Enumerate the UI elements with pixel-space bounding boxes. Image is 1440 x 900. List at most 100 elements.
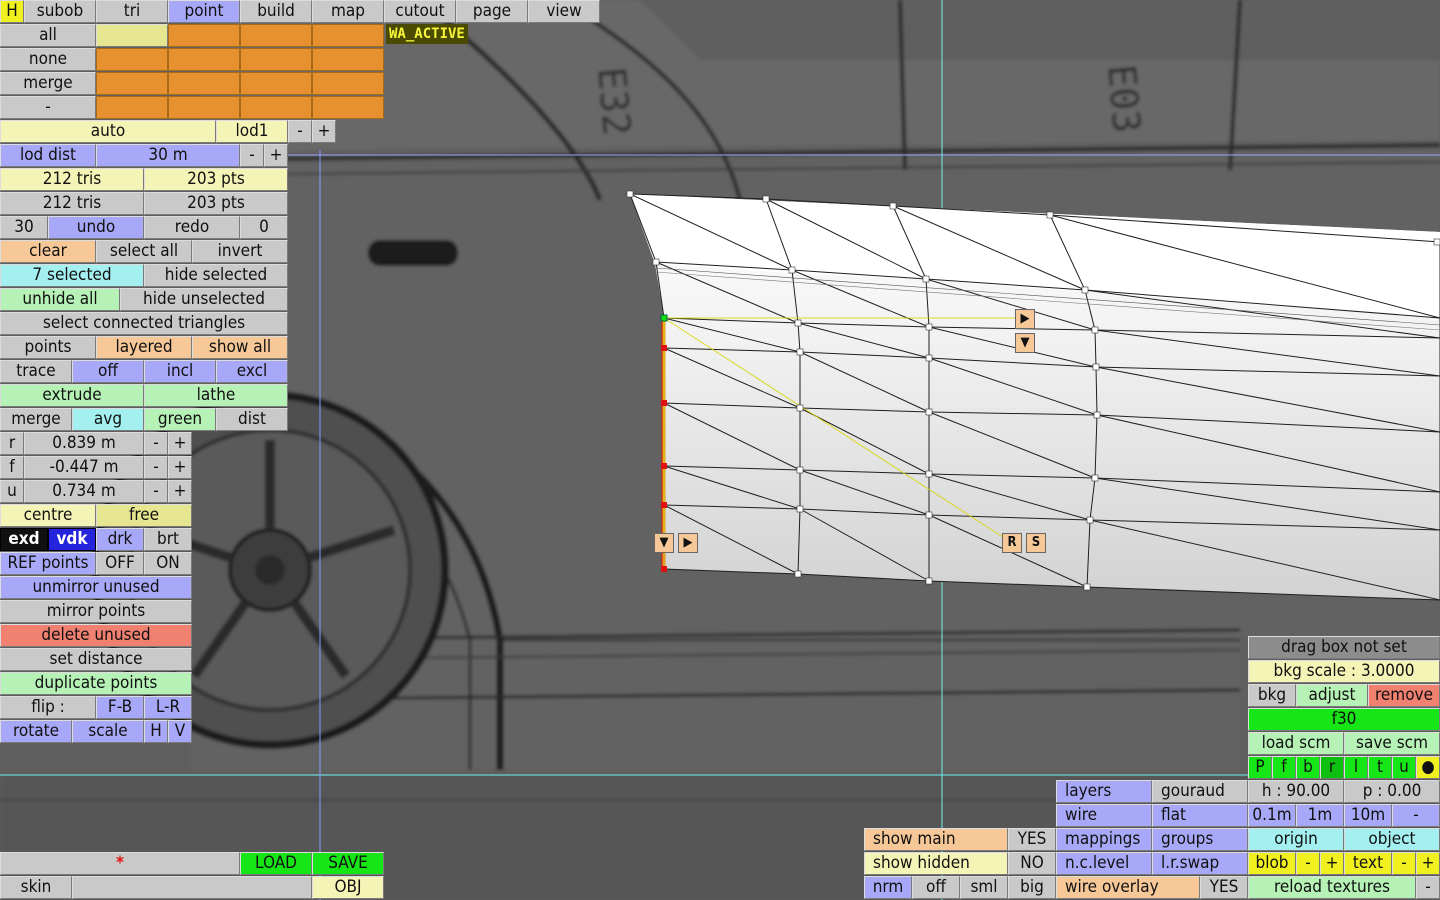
- hide-selected-button[interactable]: hide selected: [144, 264, 288, 287]
- coord-f-plus[interactable]: +: [168, 456, 192, 479]
- tab-point[interactable]: point: [168, 0, 240, 23]
- view-left-button[interactable]: l: [1344, 756, 1368, 779]
- lod-dist-minus-button[interactable]: -: [240, 144, 264, 167]
- rotate-handle[interactable]: R: [1002, 533, 1022, 553]
- selection-cell[interactable]: [312, 24, 384, 47]
- origin-button[interactable]: origin: [1248, 828, 1344, 851]
- tab-subob[interactable]: subob: [24, 0, 96, 23]
- wire-button[interactable]: wire: [1056, 804, 1152, 827]
- hide-unselected-button[interactable]: hide unselected: [120, 288, 288, 311]
- tab-build[interactable]: build: [240, 0, 312, 23]
- coord-r-plus[interactable]: +: [168, 432, 192, 455]
- selection-cell[interactable]: [240, 96, 312, 119]
- view-under-button[interactable]: u: [1392, 756, 1416, 779]
- trace-incl-button[interactable]: incl: [144, 360, 216, 383]
- tab-page[interactable]: page: [456, 0, 528, 23]
- merge-dist-button[interactable]: dist: [216, 408, 288, 431]
- reload-textures-button[interactable]: reload textures: [1248, 876, 1416, 899]
- selection-cell[interactable]: [96, 48, 168, 71]
- step-0-1m-button[interactable]: 0.1m: [1248, 804, 1296, 827]
- selection-cell[interactable]: [312, 96, 384, 119]
- selection-cell[interactable]: [168, 24, 240, 47]
- extrude-button[interactable]: extrude: [0, 384, 144, 407]
- tab-cutout[interactable]: cutout: [384, 0, 456, 23]
- lod-minus-button[interactable]: -: [288, 120, 312, 143]
- duplicate-points-button[interactable]: duplicate points: [0, 672, 192, 695]
- heading-value[interactable]: h : 90.00: [1248, 780, 1344, 803]
- centre-button[interactable]: centre: [0, 504, 96, 527]
- tab-view[interactable]: view: [528, 0, 600, 23]
- blob-button[interactable]: blob: [1248, 852, 1296, 875]
- select-all-button[interactable]: select all: [96, 240, 192, 263]
- scale-handle[interactable]: S: [1026, 533, 1046, 553]
- adjust-button[interactable]: adjust: [1296, 684, 1368, 707]
- text-minus-button[interactable]: -: [1392, 852, 1416, 875]
- move-down-handle-2[interactable]: ▼: [654, 533, 674, 553]
- move-right-handle[interactable]: ▶: [1015, 309, 1035, 329]
- selection-cell[interactable]: [168, 96, 240, 119]
- lod-dist-plus-button[interactable]: +: [264, 144, 288, 167]
- text-button[interactable]: text: [1344, 852, 1392, 875]
- selection-cell[interactable]: [168, 72, 240, 95]
- selection-cell[interactable]: [240, 24, 312, 47]
- coord-u-minus[interactable]: -: [144, 480, 168, 503]
- scale-v-button[interactable]: V: [168, 720, 192, 743]
- lathe-button[interactable]: lathe: [144, 384, 288, 407]
- gouraud-button[interactable]: gouraud: [1152, 780, 1248, 803]
- selection-cell[interactable]: [168, 48, 240, 71]
- layered-button[interactable]: layered: [96, 336, 192, 359]
- step-1m-button[interactable]: 1m: [1296, 804, 1344, 827]
- text-plus-button[interactable]: +: [1416, 852, 1440, 875]
- unhide-all-button[interactable]: unhide all: [0, 288, 120, 311]
- reload-minus-button[interactable]: -: [1416, 876, 1440, 899]
- select-none-row[interactable]: none: [0, 48, 96, 71]
- object-button[interactable]: object: [1344, 828, 1440, 851]
- select-connected-button[interactable]: select connected triangles: [0, 312, 288, 335]
- selection-cell[interactable]: [312, 72, 384, 95]
- coord-r-minus[interactable]: -: [144, 432, 168, 455]
- save-button[interactable]: SAVE: [312, 852, 384, 875]
- coord-u-plus[interactable]: +: [168, 480, 192, 503]
- ref-off-button[interactable]: OFF: [96, 552, 144, 575]
- rotate-button[interactable]: rotate: [0, 720, 72, 743]
- selection-cell[interactable]: [96, 96, 168, 119]
- flat-button[interactable]: flat: [1152, 804, 1248, 827]
- scale-button[interactable]: scale: [72, 720, 144, 743]
- brt-button[interactable]: brt: [144, 528, 192, 551]
- select-minus-row[interactable]: -: [0, 96, 96, 119]
- sml-button[interactable]: sml: [960, 876, 1008, 899]
- ref-on-button[interactable]: ON: [144, 552, 192, 575]
- show-hidden-toggle[interactable]: NO: [1008, 852, 1056, 875]
- merge-green-button[interactable]: green: [144, 408, 216, 431]
- move-right-handle-2[interactable]: ▶: [678, 533, 698, 553]
- flip-lr-button[interactable]: L-R: [144, 696, 192, 719]
- selection-cell[interactable]: [240, 48, 312, 71]
- show-all-button[interactable]: show all: [192, 336, 288, 359]
- coord-f-value[interactable]: -0.447 m: [24, 456, 144, 479]
- skin-name-field[interactable]: [72, 876, 312, 899]
- trace-off-button[interactable]: off: [72, 360, 144, 383]
- lod-dist-value[interactable]: 30 m: [96, 144, 240, 167]
- lod-auto-button[interactable]: auto: [0, 120, 216, 143]
- invert-button[interactable]: invert: [192, 240, 288, 263]
- show-main-toggle[interactable]: YES: [1008, 828, 1056, 851]
- selection-cell[interactable]: [240, 72, 312, 95]
- points-button[interactable]: points: [0, 336, 96, 359]
- free-button[interactable]: free: [96, 504, 192, 527]
- off-button[interactable]: off: [912, 876, 960, 899]
- drk-button[interactable]: drk: [96, 528, 144, 551]
- wire-overlay-toggle[interactable]: YES: [1200, 876, 1248, 899]
- merge-avg-button[interactable]: avg: [72, 408, 144, 431]
- layers-button[interactable]: layers: [1056, 780, 1152, 803]
- delete-unused-button[interactable]: delete unused: [0, 624, 192, 647]
- nrm-button[interactable]: nrm: [864, 876, 912, 899]
- vdk-button[interactable]: vdk: [48, 528, 96, 551]
- move-down-handle[interactable]: ▼: [1015, 333, 1035, 353]
- step-10m-button[interactable]: 10m: [1344, 804, 1392, 827]
- view-persp-button[interactable]: P: [1248, 756, 1272, 779]
- lr-swap-button[interactable]: l.r.swap: [1152, 852, 1248, 875]
- nc-level-button[interactable]: n.c.level: [1056, 852, 1152, 875]
- blob-minus-button[interactable]: -: [1296, 852, 1320, 875]
- view-front-button[interactable]: f: [1272, 756, 1296, 779]
- view-right-button[interactable]: r: [1320, 756, 1344, 779]
